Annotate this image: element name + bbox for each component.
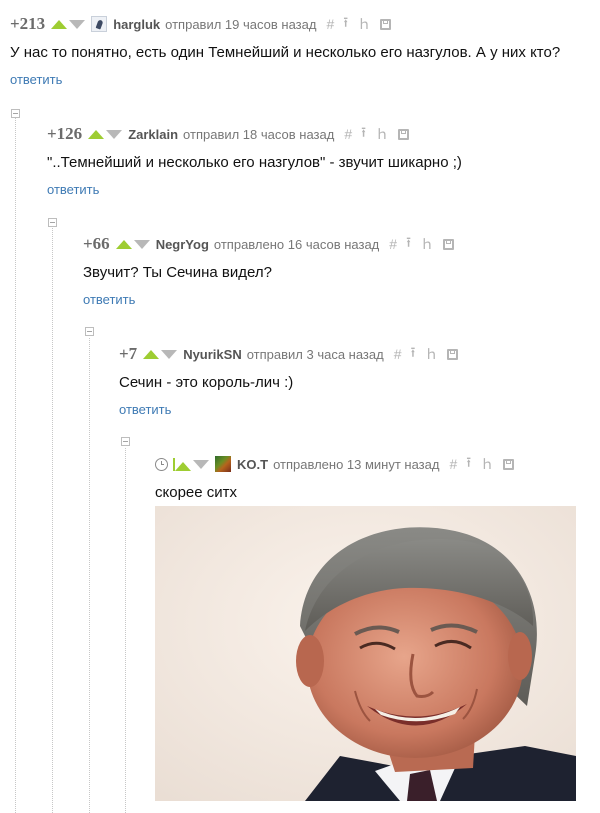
thread-line xyxy=(89,338,90,813)
save-icon[interactable] xyxy=(503,458,515,470)
vote-up-icon[interactable] xyxy=(51,19,68,29)
parent-comment-icon[interactable]: ⭱ xyxy=(466,452,471,476)
comment-text: Звучит? Ты Сечина видел? xyxy=(83,264,272,281)
comment-text: "..Темнейший и несколько его назгулов" -… xyxy=(47,154,462,171)
comment-timestamp: отправил 18 часов назад xyxy=(183,126,335,142)
comment-header: +126 Zarklain отправил 18 часов назад # … xyxy=(47,122,462,146)
collapse-thread-button[interactable] xyxy=(121,437,130,446)
parent-comment-icon[interactable]: ⭱ xyxy=(343,12,348,36)
comment-author[interactable]: NegrYog xyxy=(156,237,209,252)
branch-icon[interactable]: ｈ xyxy=(420,234,434,254)
thread-line xyxy=(125,448,126,813)
comment-rating: +7 xyxy=(119,344,138,363)
branch-icon[interactable]: ｈ xyxy=(480,454,494,474)
vote-down-icon[interactable] xyxy=(106,129,123,139)
comment-timestamp: отправлено 13 минут назад xyxy=(273,456,440,472)
vote-up-icon[interactable] xyxy=(88,129,105,139)
branch-icon[interactable]: ｈ xyxy=(357,14,371,34)
parent-comment-icon[interactable]: ⭱ xyxy=(406,232,411,256)
comment-header: KO.T отправлено 13 минут назад # ⭱ ｈ xyxy=(155,452,515,476)
save-icon[interactable] xyxy=(380,18,392,30)
vote-down-icon[interactable] xyxy=(161,349,178,359)
save-icon[interactable] xyxy=(447,348,459,360)
branch-icon[interactable]: ｈ xyxy=(424,344,438,364)
comment: +126 Zarklain отправил 18 часов назад # … xyxy=(47,122,462,197)
clock-icon xyxy=(155,457,168,471)
branch-icon[interactable]: ｈ xyxy=(375,124,389,144)
vote-up-icon[interactable] xyxy=(143,349,160,359)
permalink-icon[interactable]: # xyxy=(389,236,397,252)
comment-timestamp: отправил 19 часов назад xyxy=(165,16,317,32)
comment-rating: +66 xyxy=(83,234,110,253)
reply-link[interactable]: ответить xyxy=(119,402,458,417)
comment-author[interactable]: Zarklain xyxy=(128,127,178,142)
vote-up-icon[interactable] xyxy=(115,239,132,249)
comment-text: скорее ситх xyxy=(155,484,238,501)
comment-text: У нас то понятно, есть один Темнейший и … xyxy=(10,44,561,61)
comment: +7 NyurikSN отправил 3 часа назад # ⭱ ｈ … xyxy=(119,342,459,417)
comment-author[interactable]: NyurikSN xyxy=(183,347,242,362)
thread-line xyxy=(15,118,16,813)
comment-timestamp: отправил 3 часа назад xyxy=(246,346,384,362)
comment-header: +213 hargluk отправил 19 часов назад # ⭱… xyxy=(10,12,560,36)
comment: +66 NegrYog отправлено 16 часов назад # … xyxy=(83,232,454,307)
parent-comment-icon[interactable]: ⭱ xyxy=(361,122,366,146)
comment-text: Сечин - это король-лич :) xyxy=(119,374,294,391)
comment-author[interactable]: KO.T xyxy=(237,457,268,472)
vote-down-icon[interactable] xyxy=(133,239,150,249)
comment-image[interactable] xyxy=(155,506,576,801)
collapse-thread-button[interactable] xyxy=(85,327,94,336)
permalink-icon[interactable]: # xyxy=(344,126,352,142)
vote-up-icon[interactable] xyxy=(173,457,191,471)
comment-header: +66 NegrYog отправлено 16 часов назад # … xyxy=(83,232,454,256)
vote-down-icon[interactable] xyxy=(69,19,86,29)
comment-rating: +126 xyxy=(47,124,83,143)
avatar-icon[interactable] xyxy=(91,16,108,32)
comment: KO.T отправлено 13 минут назад # ⭱ ｈ ско… xyxy=(155,452,515,502)
permalink-icon[interactable]: # xyxy=(326,16,334,32)
collapse-thread-button[interactable] xyxy=(48,218,57,227)
comment: +213 hargluk отправил 19 часов назад # ⭱… xyxy=(10,12,561,87)
comment-timestamp: отправлено 16 часов назад xyxy=(213,236,380,252)
vote-down-icon[interactable] xyxy=(193,459,209,469)
save-icon[interactable] xyxy=(442,238,454,250)
thread-line xyxy=(52,228,53,813)
parent-comment-icon[interactable]: ⭱ xyxy=(411,342,416,366)
comment-header: +7 NyurikSN отправил 3 часа назад # ⭱ ｈ xyxy=(119,342,459,366)
reply-link[interactable]: ответить xyxy=(10,72,560,87)
reply-link[interactable]: ответить xyxy=(83,292,454,307)
save-icon[interactable] xyxy=(398,128,410,140)
avatar-icon[interactable] xyxy=(215,456,231,472)
collapse-thread-button[interactable] xyxy=(11,109,20,118)
permalink-icon[interactable]: # xyxy=(449,456,457,472)
portrait-image xyxy=(155,506,576,801)
comment-rating: +213 xyxy=(10,14,46,33)
comment-author[interactable]: hargluk xyxy=(113,17,160,32)
permalink-icon[interactable]: # xyxy=(394,346,402,362)
reply-link[interactable]: ответить xyxy=(47,182,462,197)
